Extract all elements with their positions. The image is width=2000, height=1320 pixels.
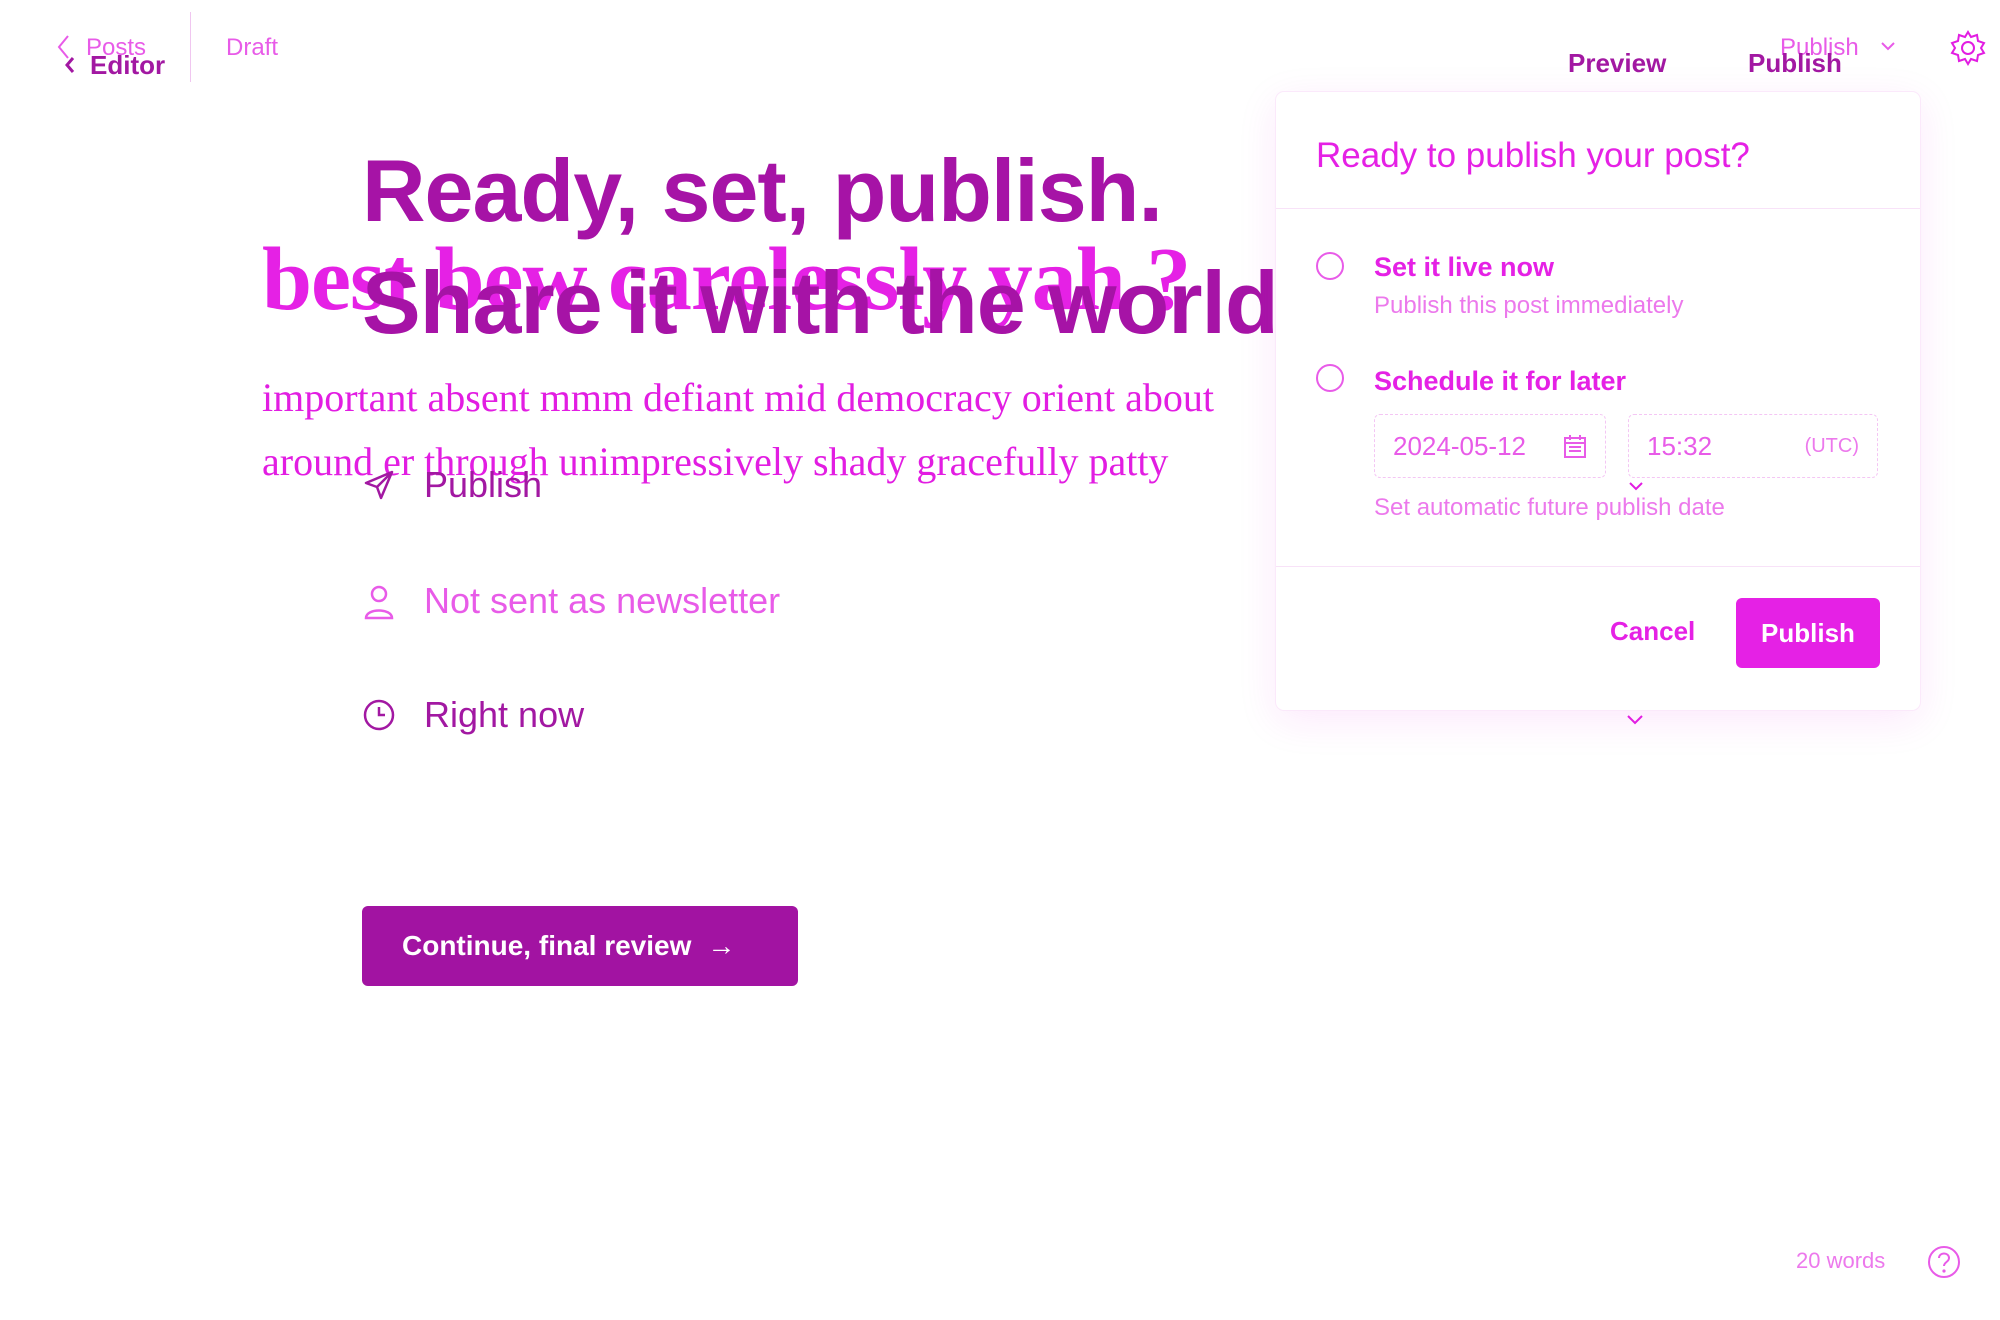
publish-now-radio[interactable] [1316,252,1344,280]
continue-final-review-button[interactable]: Continue, final review → [362,906,798,986]
back-to-editor-label: Editor [90,50,166,80]
schedule-time-input[interactable]: 15:32 (UTC) [1628,414,1878,478]
modal-divider [1276,208,1920,209]
publish-now-subtitle: Publish this post immediately [1374,292,1684,319]
publish-heading-line: Ready, set, publish. [362,141,1163,240]
header-publish-button[interactable]: Publish [1748,48,1842,79]
clock-icon [362,698,396,732]
chevron-down-icon [1880,40,1896,52]
schedule-hint: Set automatic future publish date [1374,494,1725,521]
calendar-icon[interactable] [1563,433,1587,459]
cancel-button[interactable]: Cancel [1610,616,1695,647]
publish-now-title[interactable]: Set it live now [1374,252,1554,283]
word-count: 20 words [1796,1248,1886,1273]
publish-modal: Ready to publish your post? Set it live … [1276,92,1920,710]
preview-button[interactable]: Preview [1568,48,1666,79]
schedule-date-input[interactable]: 2024-05-12 [1374,414,1606,478]
modal-title: Ready to publish your post? [1316,136,1750,175]
publish-time-label: Right now [424,694,585,735]
newsletter-label: Not sent as newsletter [424,580,781,621]
header-divider [190,12,191,82]
publish-button[interactable]: Publish [1736,598,1880,668]
modal-divider [1276,566,1920,567]
user-icon [362,584,396,620]
help-icon[interactable] [1926,1244,1962,1280]
post-body-line: around er through unimpressively shady g… [262,439,1169,484]
publish-screen: Posts Draft Publish best bew carelessly … [0,0,2000,1320]
schedule-later-radio[interactable] [1316,364,1344,392]
chevron-down-icon [1628,480,1644,492]
publish-heading-line: Share it with the world. [362,253,1302,352]
post-body-line: important absent mmm defiant mid democra… [262,375,1214,420]
publish-type-label: Publish [424,464,543,505]
schedule-time-value: 15:32 [1647,430,1713,461]
schedule-later-title[interactable]: Schedule it for later [1374,366,1626,397]
send-icon [362,468,396,502]
schedule-date-value: 2024-05-12 [1393,430,1526,461]
timezone-label: (UTC) [1804,435,1859,457]
settings-gear-icon[interactable] [1950,30,1986,66]
chevron-left-icon [64,56,76,74]
post-status: Draft [226,34,279,61]
continue-label: Continue, final review [402,930,692,961]
arrow-right-icon: → [707,930,736,961]
chevron-down-icon [1626,714,1644,726]
